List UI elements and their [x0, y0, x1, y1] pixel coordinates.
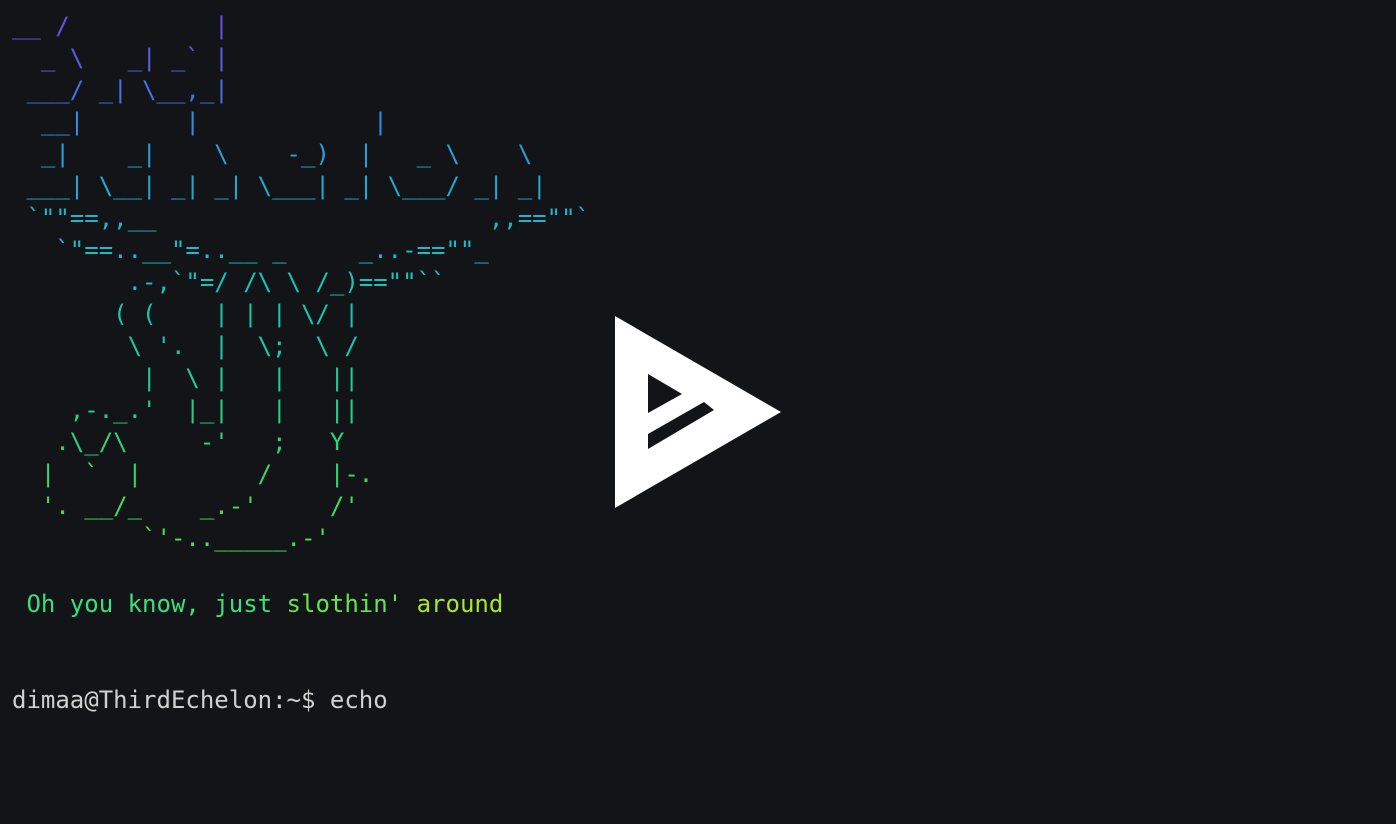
ascii-art-line: __| | |	[12, 108, 388, 136]
tagline: Oh you know, just slothin' around	[12, 588, 503, 620]
ascii-art-line: \ '. | \; \ /	[12, 332, 359, 360]
prompt-command: echo	[329, 686, 388, 714]
ascii-art-line: `""==,,__ ,,==""`	[12, 204, 590, 232]
ascii-art-line: ( ( | | | \/ |	[12, 300, 359, 328]
command-prompt[interactable]: dimaa@ThirdEchelon:~$ echo	[12, 684, 388, 716]
ascii-art-line: | \ | | ||	[12, 364, 359, 392]
ascii-art-line: _ \ _| _` |	[12, 44, 229, 72]
ascii-art-line: ,-._.' |_| | ||	[12, 396, 359, 424]
ascii-art-line: _| _| \ -_) | _ \ \	[12, 140, 533, 168]
asciinema-play-icon	[615, 316, 781, 508]
ascii-art-line: .-,`"=/ /\ \ /_)==""``	[12, 268, 446, 296]
ascii-art-banner: __ / | _ \ _| _` | ___/ _| \__,_| __| | …	[12, 10, 590, 554]
tagline-segment-3: around	[416, 590, 504, 618]
tagline-segment-2: slothin'	[286, 590, 417, 618]
ascii-art-line: .\_/\ -' ; Y	[12, 428, 345, 456]
ascii-art-line: '. __/_ _.-' /'	[12, 492, 359, 520]
ascii-art-line: ___/ _| \__,_|	[12, 76, 229, 104]
ascii-art-line: ___| \__| _| _| \___| _| \___/ _| _|	[12, 172, 547, 200]
terminal-window[interactable]: __ / | _ \ _| _` | ___/ _| \__,_| __| | …	[0, 0, 1396, 824]
tagline-segment-1: Oh you know, just	[12, 590, 287, 618]
ascii-art-line: `"==..__"=..__ _ _..-==""_	[12, 236, 489, 264]
ascii-art-line: `'-.._____.-'	[12, 524, 330, 552]
play-button[interactable]	[614, 316, 782, 508]
prompt-user-host: dimaa@ThirdEchelon	[12, 686, 273, 714]
ascii-art-line: __ / |	[12, 12, 229, 40]
prompt-path: :~$	[272, 686, 330, 714]
ascii-art-line: | ` | / |-.	[12, 460, 374, 488]
